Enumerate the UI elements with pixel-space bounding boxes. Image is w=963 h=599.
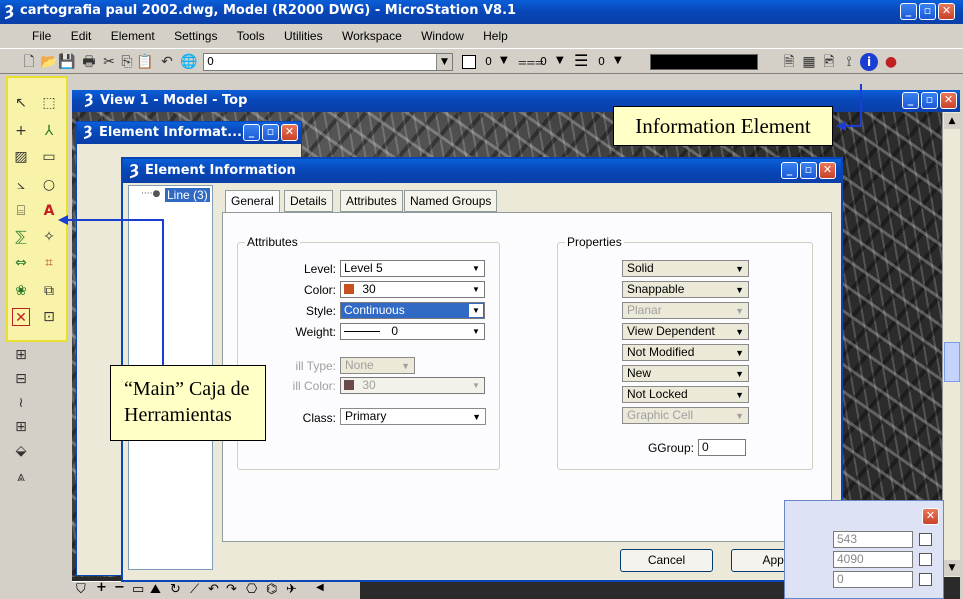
toolbox-arrowhead	[58, 215, 68, 225]
info-element-arrow	[838, 84, 862, 127]
info-element-arrowhead	[836, 121, 846, 131]
callout-arrows	[58, 84, 862, 365]
toolbox-arrow	[62, 219, 164, 365]
